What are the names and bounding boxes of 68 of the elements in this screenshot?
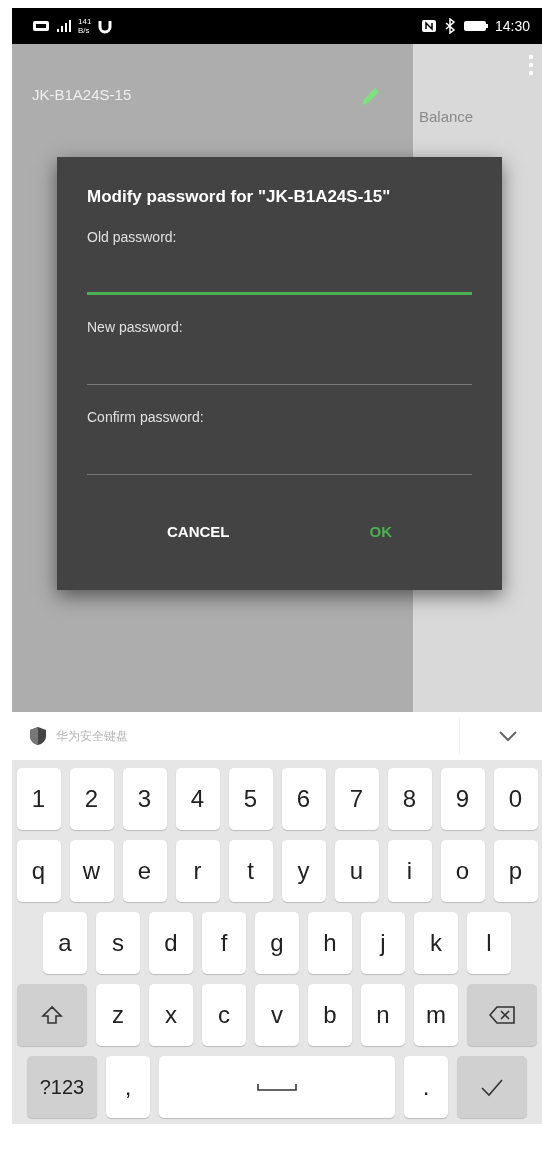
field-label: New password: <box>87 319 184 335</box>
symbols-key[interactable]: ?123 <box>27 1056 97 1118</box>
field-label: Old password: <box>87 229 178 245</box>
clock-time: 14:30 <box>494 18 530 34</box>
backspace-key[interactable] <box>467 984 537 1046</box>
key[interactable]: j <box>361 912 405 974</box>
sim-card-icon <box>32 18 50 34</box>
key[interactable]: 3 <box>122 768 167 830</box>
checkmark-icon <box>480 1077 504 1097</box>
pencil-icon[interactable] <box>359 86 381 108</box>
net-speed-unit: B/s <box>78 26 91 35</box>
signal-icon <box>56 18 72 34</box>
more-options-icon[interactable] <box>528 54 534 76</box>
key[interactable]: k <box>414 912 458 974</box>
key[interactable]: z <box>96 984 140 1046</box>
chevron-down-icon[interactable] <box>498 730 518 742</box>
shift-arrow-icon <box>41 1005 63 1025</box>
keyboard-title: 华为安全键盘 <box>56 727 129 745</box>
key[interactable]: 4 <box>175 768 220 830</box>
key[interactable]: 1 <box>16 768 61 830</box>
key[interactable]: f <box>202 912 246 974</box>
key[interactable]: m <box>414 984 458 1046</box>
key[interactable]: 7 <box>334 768 379 830</box>
device-name: JK-B1A24S-15 <box>32 86 133 103</box>
key[interactable]: i <box>387 840 432 902</box>
space-key[interactable] <box>159 1056 395 1118</box>
done-key[interactable] <box>457 1056 527 1118</box>
key[interactable]: u <box>334 840 379 902</box>
key[interactable]: . <box>404 1056 448 1118</box>
key[interactable]: 5 <box>228 768 273 830</box>
cancel-button[interactable]: CANCEL <box>147 511 250 552</box>
key[interactable]: q <box>16 840 61 902</box>
nfc-icon <box>420 18 437 34</box>
key[interactable]: r <box>175 840 220 902</box>
space-bar-icon <box>257 1083 297 1091</box>
key[interactable]: d <box>149 912 193 974</box>
key[interactable]: o <box>440 840 485 902</box>
key[interactable]: 0 <box>493 768 538 830</box>
ok-button[interactable]: OK <box>349 511 412 552</box>
key[interactable]: b <box>308 984 352 1046</box>
backspace-icon <box>489 1005 515 1025</box>
shield-icon <box>28 726 48 746</box>
key[interactable]: w <box>69 840 114 902</box>
balance-label: Balance <box>419 108 474 125</box>
key[interactable]: v <box>255 984 299 1046</box>
key[interactable]: t <box>228 840 273 902</box>
shift-key[interactable] <box>17 984 87 1046</box>
dialog-title: Modify password for "JK-B1A24S-15" <box>87 187 392 207</box>
key[interactable]: p <box>493 840 538 902</box>
key[interactable]: , <box>106 1056 150 1118</box>
key[interactable]: g <box>255 912 299 974</box>
key[interactable]: e <box>122 840 167 902</box>
key[interactable]: 2 <box>69 768 114 830</box>
key[interactable]: n <box>361 984 405 1046</box>
net-speed-value: 141 <box>78 17 92 26</box>
key[interactable]: 6 <box>281 768 326 830</box>
key[interactable]: x <box>149 984 193 1046</box>
key[interactable]: 9 <box>440 768 485 830</box>
key[interactable]: a <box>43 912 87 974</box>
key[interactable]: 8 <box>387 768 432 830</box>
battery-icon <box>462 18 489 34</box>
field-label: Confirm password: <box>87 409 205 425</box>
key[interactable]: h <box>308 912 352 974</box>
key[interactable]: s <box>96 912 140 974</box>
key[interactable]: c <box>202 984 246 1046</box>
notification-icon <box>97 18 114 34</box>
key[interactable]: l <box>467 912 511 974</box>
key[interactable]: y <box>281 840 326 902</box>
